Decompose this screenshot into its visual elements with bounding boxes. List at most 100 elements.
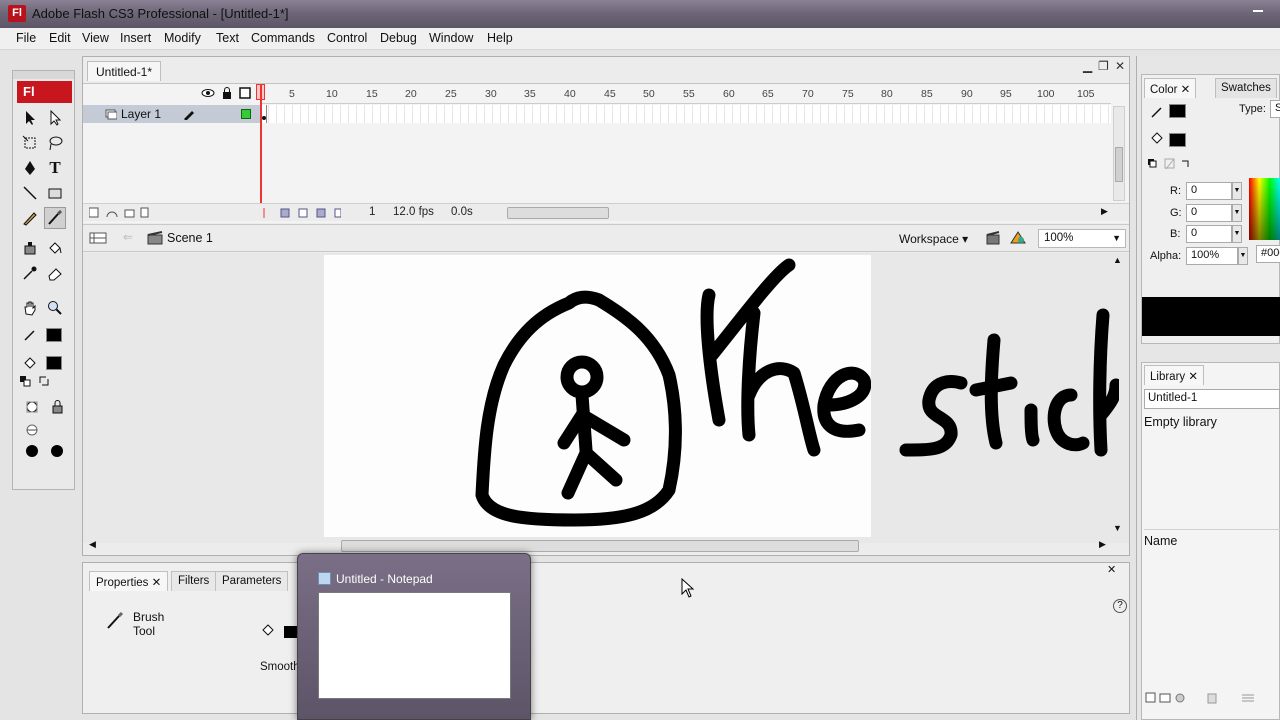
scroll-up-arrow-icon[interactable]: ▲ xyxy=(1113,255,1122,265)
timeline-ruler[interactable]: 5 10 15 20 25 30 35 40 45 50 55 60 65 70… xyxy=(261,84,1111,104)
scroll-right-arrow-icon[interactable]: ▶ xyxy=(1099,539,1106,550)
alpha-dropdown-icon[interactable]: ▼ xyxy=(1238,247,1248,265)
frame-number: 80 xyxy=(881,88,893,100)
free-transform-tool[interactable] xyxy=(19,132,41,154)
fill-bucket-icon xyxy=(24,357,36,369)
tab-parameters[interactable]: Parameters xyxy=(215,571,289,591)
menu-window[interactable]: Window xyxy=(429,31,473,45)
menu-edit[interactable]: Edit xyxy=(49,31,71,45)
doc-restore-icon[interactable]: ❐ xyxy=(1098,59,1109,73)
ink-bottle-tool[interactable] xyxy=(19,237,41,259)
tab-filters[interactable]: Filters xyxy=(171,571,217,591)
r-dropdown-icon[interactable]: ▼ xyxy=(1232,182,1242,200)
back-arrow-icon[interactable]: ⇐ xyxy=(123,230,133,244)
doc-minimize-icon[interactable]: ▁ xyxy=(1083,59,1092,73)
g-field[interactable]: 0 xyxy=(1186,204,1232,222)
outline-icon[interactable] xyxy=(239,87,251,99)
tab-library[interactable]: Library ✕ xyxy=(1144,365,1204,385)
timeline-toggle-icon[interactable] xyxy=(89,230,107,246)
pencil-tool[interactable] xyxy=(19,207,41,229)
scroll-down-arrow-icon[interactable]: ▼ xyxy=(1113,523,1122,533)
fill-bucket-icon xyxy=(262,624,274,636)
fill-color-swatch[interactable] xyxy=(1169,133,1186,147)
subselect-arrow-icon xyxy=(50,110,62,126)
color-mode-buttons-icon[interactable] xyxy=(1146,157,1196,171)
g-dropdown-icon[interactable]: ▼ xyxy=(1232,204,1242,222)
pen-tool[interactable] xyxy=(19,157,41,179)
object-drawing-button[interactable] xyxy=(21,396,43,418)
layer-row[interactable]: Layer 1 xyxy=(83,105,261,123)
library-document-select[interactable]: Untitled-1 xyxy=(1144,389,1280,409)
brush-size-button[interactable] xyxy=(21,440,43,462)
scroll-left-arrow-icon[interactable]: ◀ xyxy=(89,539,96,550)
notepad-taskbar-preview[interactable]: Untitled - Notepad xyxy=(297,553,531,720)
color-spectrum-picker[interactable] xyxy=(1249,178,1280,240)
stage-scroll-thumb[interactable] xyxy=(341,540,859,552)
lasso-tool[interactable] xyxy=(44,132,66,154)
doc-close-icon[interactable]: ✕ xyxy=(1115,59,1125,73)
pasteboard[interactable]: ▲ ▼ ◀ ▶ xyxy=(83,253,1129,552)
scroll-right-arrow-icon[interactable]: ▶ xyxy=(1101,206,1108,217)
line-tool[interactable] xyxy=(19,182,41,204)
text-tool[interactable]: T xyxy=(44,157,66,179)
alpha-field[interactable]: 100% xyxy=(1186,247,1238,265)
menu-view[interactable]: View xyxy=(82,31,109,45)
zoom-select[interactable]: 100% ▼ xyxy=(1038,229,1126,248)
rectangle-tool[interactable] xyxy=(44,182,66,204)
scroll-thumb[interactable] xyxy=(1115,147,1123,182)
menu-debug[interactable]: Debug xyxy=(380,31,417,45)
edit-symbols-icon[interactable] xyxy=(1009,230,1027,246)
eyedropper-tool[interactable] xyxy=(19,262,41,284)
menu-file[interactable]: File xyxy=(16,31,36,45)
onion-skin-icons[interactable] xyxy=(261,206,341,220)
tab-color[interactable]: Color ✕ xyxy=(1144,78,1197,98)
stroke-color-swatch[interactable] xyxy=(46,328,62,342)
selection-tool[interactable] xyxy=(19,107,41,129)
default-colors-button[interactable] xyxy=(18,374,32,388)
scene-name[interactable]: Scene 1 xyxy=(167,231,213,245)
lock-fill-button[interactable] xyxy=(46,396,68,418)
library-footer-buttons-icon[interactable] xyxy=(1144,691,1280,705)
stroke-color-swatch[interactable] xyxy=(1169,104,1186,118)
tab-swatches[interactable]: Swatches xyxy=(1215,78,1277,98)
hand-tool[interactable] xyxy=(19,297,41,319)
stage-horizontal-scrollbar[interactable]: ◀ ▶ xyxy=(87,539,1107,552)
eye-icon[interactable] xyxy=(201,87,215,99)
brush-shape-button[interactable] xyxy=(46,440,68,462)
tools-panel-header[interactable] xyxy=(13,71,74,79)
minimize-button[interactable] xyxy=(1244,0,1272,20)
menu-control[interactable]: Control xyxy=(327,31,367,45)
type-select[interactable]: So xyxy=(1270,100,1280,118)
menu-help[interactable]: Help xyxy=(487,31,513,45)
document-tab[interactable]: Untitled-1* xyxy=(87,61,162,81)
brush-mode-button[interactable] xyxy=(21,419,43,441)
b-field[interactable]: 0 xyxy=(1186,225,1232,243)
help-icon[interactable]: ? xyxy=(1113,599,1127,613)
zoom-tool[interactable] xyxy=(44,297,66,319)
menu-insert[interactable]: Insert xyxy=(120,31,151,45)
brush-tool[interactable] xyxy=(44,207,66,229)
paint-bucket-tool[interactable] xyxy=(44,237,66,259)
swap-colors-button[interactable] xyxy=(37,374,51,388)
lock-layers-icon[interactable] xyxy=(221,86,233,100)
library-column-name[interactable]: Name xyxy=(1144,529,1280,548)
hex-field[interactable]: #000 xyxy=(1256,245,1280,263)
eraser-tool[interactable] xyxy=(44,262,66,284)
layer-buttons-icon[interactable] xyxy=(89,207,149,219)
tab-properties[interactable]: Properties ✕ xyxy=(89,571,169,591)
fill-color-swatch[interactable] xyxy=(46,356,62,370)
layer-color-outline[interactable] xyxy=(241,109,251,119)
timeline-vertical-scrollbar[interactable] xyxy=(1113,106,1125,201)
timeline-horizontal-scroll-thumb[interactable] xyxy=(507,207,609,219)
menu-modify[interactable]: Modify xyxy=(164,31,201,45)
workspace-dropdown[interactable]: Workspace ▾ xyxy=(899,232,968,246)
menu-text[interactable]: Text xyxy=(216,31,239,45)
menu-commands[interactable]: Commands xyxy=(251,31,315,45)
frame-cells[interactable] xyxy=(261,105,1111,123)
b-dropdown-icon[interactable]: ▼ xyxy=(1232,225,1242,243)
panel-close-icon[interactable]: ✕ xyxy=(1107,563,1116,576)
subselection-tool[interactable] xyxy=(44,107,66,129)
r-field[interactable]: 0 xyxy=(1186,182,1232,200)
stage[interactable] xyxy=(324,255,872,537)
edit-scene-icon[interactable] xyxy=(985,230,1003,246)
